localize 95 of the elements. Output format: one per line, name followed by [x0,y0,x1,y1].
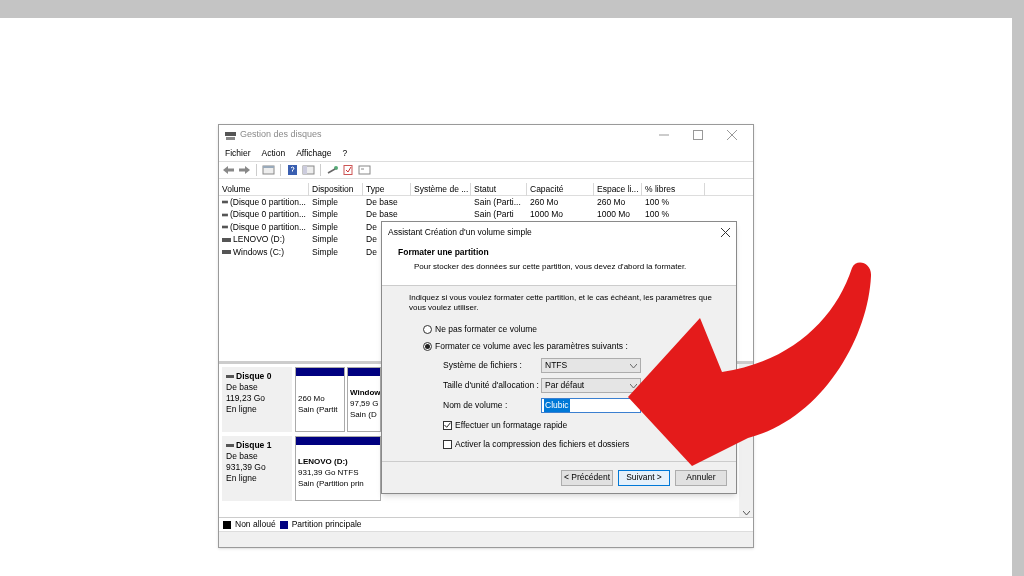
partition-info: Sain (Partition prin [298,478,365,489]
partition-info: 260 Mo [298,392,326,404]
table-cell: De [366,220,377,234]
instruction-text: Indiquez si vous voulez formater cette partition, et le cas échéant, les paramètres que vous voulez utiliser. [409,293,713,313]
table-cell: Sain (Parti [474,208,514,222]
partition-name: Window [350,387,378,398]
column-header[interactable]: Espace li... [594,183,642,196]
column-header[interactable]: % libres [642,183,705,196]
table-cell: Simple [312,208,338,222]
drive-icon [222,212,228,217]
partition-block[interactable]: Window 97,59 G Sain (D [347,367,381,432]
disk-name: Disque 1 [236,440,272,451]
partition-name: LENOVO (D:) [298,456,349,467]
column-header[interactable]: Disposition [309,183,363,196]
partition-info: Sain (Partit [298,403,339,415]
field-label: Système de fichiers : [443,359,523,372]
column-header[interactable]: Statut [471,183,527,196]
drive-icon [222,225,228,230]
column-header[interactable]: Capacité [527,183,594,196]
dialog-button[interactable]: Annuler [675,469,727,486]
dialog-button[interactable]: Suivant > [618,469,670,486]
dialog-title: Assistant Création d'un volume simple [388,225,533,239]
table-cell: De base [366,195,398,209]
checkbox-label: Activer la compression des fichiers et dossiers [455,437,630,451]
checklist-icon[interactable] [342,165,355,175]
checkmark-icon [444,422,451,428]
chevron-down-icon[interactable] [630,363,637,368]
help-icon[interactable] [286,165,299,175]
disk-info: En ligne [226,404,258,415]
partition-block[interactable]: 260 Mo Sain (Partit [295,367,345,432]
menu-item[interactable]: ? [342,146,348,160]
table-cell: Simple [312,233,338,247]
section-heading: Formater une partition [398,246,490,259]
radio-button[interactable] [423,325,432,334]
table-cell: De [366,245,377,259]
table-cell: (Disque 0 partition... [229,195,306,209]
table-cell: (Disque 0 partition... [229,208,306,222]
text-field[interactable]: Clubic [541,398,641,413]
checkbox[interactable] [443,439,452,449]
checkbox[interactable] [443,420,452,430]
table-cell: De base [366,208,398,222]
partition-block[interactable]: LENOVO (D:) 931,39 Go NTFS Sain (Partition prin [295,436,381,501]
table-cell: Windows (C:) [233,245,284,259]
menu-item[interactable]: Affichage [296,146,332,160]
table-cell: Sain (Parti... [474,195,521,209]
partition-info: 97,59 G [350,398,378,409]
column-header[interactable]: Volume [219,183,309,196]
dropdown[interactable]: NTFS [541,358,641,373]
disk-management-icon [225,130,236,140]
window-title: Gestion des disques [240,128,322,142]
legend-label: Non alloué [235,518,276,531]
chevron-down-icon[interactable] [742,511,750,515]
table-cell: 260 Mo [597,195,626,209]
chevron-down-icon[interactable] [630,383,637,388]
checkbox-label: Effectuer un formatage rapide [455,418,568,432]
properties-icon[interactable] [358,165,371,175]
table-cell: De [366,233,377,247]
drive-icon [222,200,228,205]
forward-arrow-icon[interactable] [238,165,251,175]
partition-info: Sain (D [350,409,378,420]
legend-label: Partition principale [291,518,362,531]
disk-info: 119,23 Go [226,393,267,404]
radio-label: Formater ce volume avec les paramètres suivants : [435,340,628,353]
section-subheading: Pour stocker des données sur cette partition, vous devez d'abord la formater. [413,260,688,273]
table-cell: (Disque 0 partition... [229,220,306,234]
table-cell: LENOVO (D:) [233,233,285,247]
radio-label: Ne pas formater ce volume [435,323,538,336]
table-cell: Simple [312,220,338,234]
table-cell: 100 % [645,195,670,209]
menu-item[interactable]: Action [261,146,286,160]
disk-name: Disque 0 [236,371,272,382]
field-label: Nom de volume : [443,399,509,412]
key-icon[interactable] [326,165,339,175]
disk-info: De base [226,451,259,462]
table-cell: 1000 Mo [530,208,564,222]
dropdown[interactable]: Par défaut [541,378,641,393]
column-header[interactable]: Type [363,183,411,196]
partition-header-bar [296,368,344,376]
close-icon[interactable] [721,227,730,237]
disk-info: 931,39 Go [226,462,267,473]
partition-info: 931,39 Go NTFS [298,467,360,478]
table-cell: Simple [312,245,338,259]
column-header[interactable]: Système de ... [411,183,471,196]
disk-info: En ligne [226,473,258,484]
partition-header-bar [348,368,380,376]
table-cell: 100 % [645,208,670,222]
table-cell: 260 Mo [530,195,559,209]
table-cell: 1000 Mo [597,208,631,222]
back-arrow-icon[interactable] [222,165,235,175]
disk-info: De base [226,382,259,393]
field-label: Taille d'unité d'allocation : [443,379,540,392]
dialog-button[interactable]: < Précédent [561,469,613,486]
table-cell: Simple [312,195,338,209]
radio-button[interactable] [423,342,432,351]
menu-item[interactable]: Fichier [225,146,251,160]
